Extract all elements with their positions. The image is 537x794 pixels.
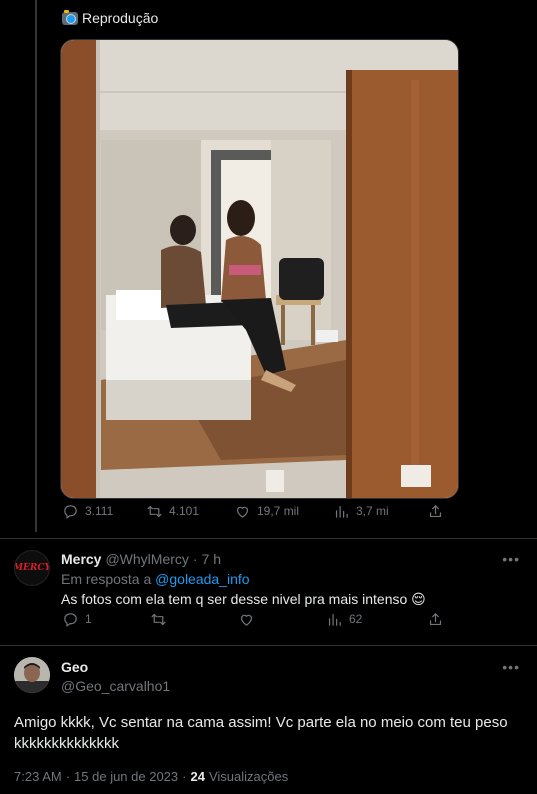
views-number: 24 (190, 769, 205, 784)
reply-count: 3.111 (85, 504, 114, 518)
reply-like-action[interactable] (238, 611, 255, 628)
heart-icon (240, 614, 253, 626)
bar-chart-icon (328, 613, 341, 626)
reply-icon (64, 504, 77, 518)
views-count: 3,7 mi (356, 504, 389, 518)
meta-separator: · (65, 769, 71, 784)
meta-separator: · (182, 769, 187, 784)
reply-text: As fotos com ela tem q ser desse nivel p… (61, 591, 426, 608)
tweet-divider (0, 538, 537, 539)
mirror-selfie-image (61, 40, 458, 498)
tweet-date[interactable]: 15 de jun de 2023 (74, 769, 178, 784)
share-action[interactable] (427, 503, 444, 520)
reply-text-body: As fotos com ela tem q ser desse nivel p… (61, 591, 408, 607)
bar-chart-icon (335, 505, 348, 518)
main-author-handle-wrap: @Geo_carvalho1 (61, 678, 170, 696)
tweet-photo[interactable] (60, 39, 459, 499)
camera-flash-icon (62, 9, 78, 25)
share-icon (429, 612, 442, 625)
share-icon (429, 504, 442, 517)
reply-reply-action[interactable]: 1 (62, 611, 92, 628)
main-author-name-wrap: Geo (61, 659, 88, 677)
reply-reply-count: 1 (85, 612, 92, 626)
tweet-time[interactable]: 7:23 AM (14, 769, 62, 784)
replying-to: Em resposta a @goleada_info (61, 571, 250, 587)
thread-connector-line (35, 0, 37, 532)
profile-photo-icon (14, 657, 50, 693)
reply-views-count: 62 (349, 612, 363, 626)
tweet-divider (0, 645, 537, 646)
geo-avatar[interactable] (14, 657, 50, 693)
views-label: Visualizações (208, 769, 289, 784)
reply-separator: · (192, 551, 198, 567)
reply-action[interactable]: 3.111 (62, 503, 113, 520)
relieved-face-icon: 😌 (411, 591, 426, 607)
reply-views-action[interactable]: 62 (326, 611, 362, 628)
retweet-icon (147, 505, 162, 517)
photo-caption: Reprodução (62, 9, 159, 26)
retweet-action[interactable]: 4.101 (146, 503, 199, 520)
like-action[interactable]: 19,7 mil (234, 503, 299, 520)
reply-author-handle[interactable]: @WhylMercy (105, 551, 188, 567)
reply-share-action[interactable] (427, 611, 444, 628)
reply-icon (64, 612, 77, 626)
heart-icon (236, 506, 249, 518)
main-tweet-meta: 7:23 AM · 15 de jun de 2023 · 24 Visuali… (14, 769, 288, 784)
retweet-count: 4.101 (169, 504, 200, 518)
mercy-avatar[interactable]: MERCY (14, 550, 50, 586)
replying-to-handle[interactable]: @goleada_info (155, 571, 249, 587)
reply-header: Mercy @WhylMercy · 7 h (61, 551, 221, 567)
reply-more-icon[interactable]: ••• (502, 551, 520, 567)
photo-caption-text: Reprodução (82, 10, 159, 26)
replying-to-prefix: Em resposta a (61, 571, 152, 587)
reply-author-name[interactable]: Mercy (61, 551, 101, 567)
main-author-name[interactable]: Geo (61, 659, 88, 675)
reply-retweet-action[interactable] (150, 611, 167, 628)
retweet-icon (151, 613, 166, 625)
main-author-handle[interactable]: @Geo_carvalho1 (61, 678, 170, 694)
main-tweet-text: Amigo kkkk, Vc sentar na cama assim! Vc … (14, 714, 508, 752)
like-count: 19,7 mil (257, 504, 300, 518)
reply-time[interactable]: 7 h (202, 551, 221, 567)
views-action[interactable]: 3,7 mi (333, 503, 389, 520)
main-more-icon[interactable]: ••• (502, 659, 520, 675)
